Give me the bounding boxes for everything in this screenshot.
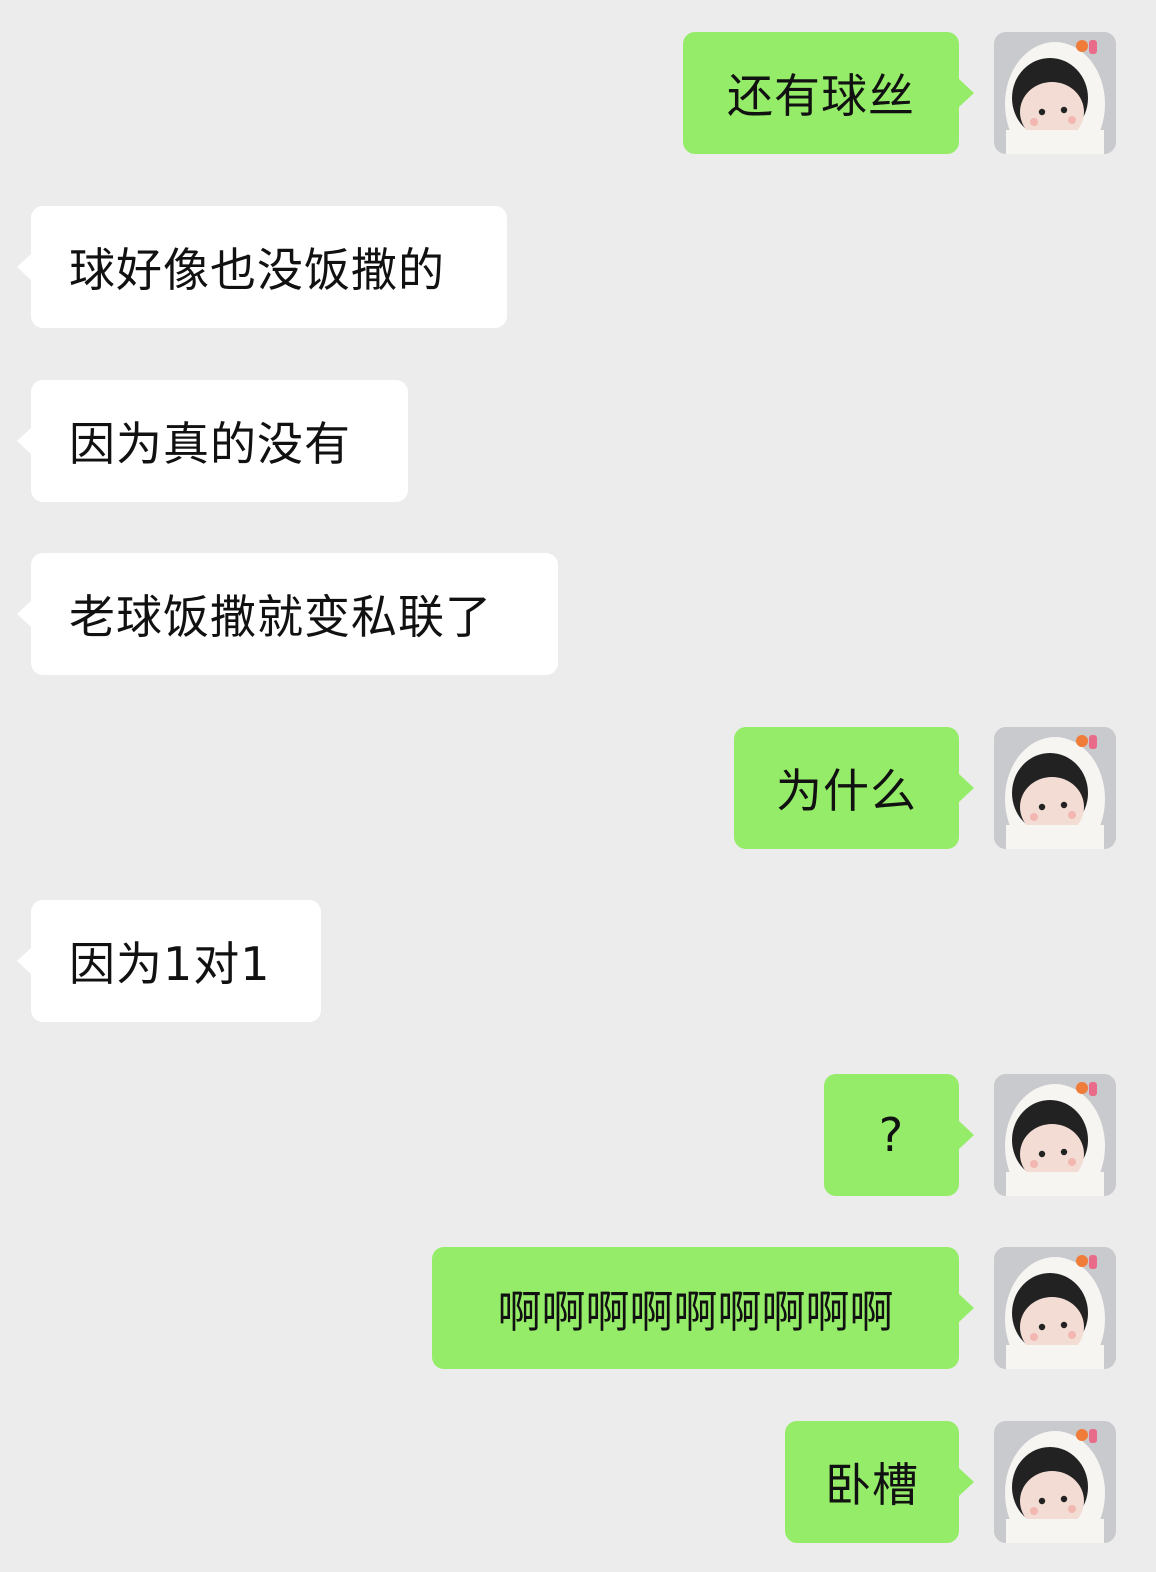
message-outgoing: 卧槽: [0, 1421, 1156, 1543]
bubble-tail: [959, 1294, 974, 1322]
bubble-tail: [959, 774, 974, 802]
plush-doll-icon: [994, 1074, 1116, 1196]
message-outgoing: ?: [0, 1074, 1156, 1196]
message-bubble[interactable]: 因为1对1: [17, 900, 321, 1022]
message-bubble[interactable]: 卧槽: [785, 1421, 974, 1543]
plush-doll-icon: [994, 1421, 1116, 1543]
message-text: 还有球丝: [727, 69, 915, 123]
message-text: 卧槽: [825, 1458, 919, 1512]
plush-doll-icon: [994, 727, 1116, 849]
message-text: 因为真的没有: [69, 417, 351, 471]
bubble-tail: [17, 600, 32, 628]
bubble-tail: [17, 947, 32, 975]
message-outgoing: 为什么: [0, 727, 1156, 849]
bubble-tail: [959, 79, 974, 107]
message-outgoing: 还有球丝: [0, 32, 1156, 154]
bubble-tail: [17, 427, 32, 455]
message-bubble[interactable]: 啊啊啊啊啊啊啊啊啊: [432, 1247, 974, 1369]
message-bubble[interactable]: 还有球丝: [683, 32, 974, 154]
avatar[interactable]: [994, 1421, 1116, 1543]
avatar[interactable]: [994, 1247, 1116, 1369]
message-text: 老球饭撒就变私联了: [69, 590, 492, 644]
bubble-tail: [17, 253, 32, 281]
bubble-tail: [959, 1468, 974, 1496]
message-text: 啊啊啊啊啊啊啊啊啊: [497, 1287, 894, 1338]
plush-doll-icon: [994, 1247, 1116, 1369]
message-incoming: 老球饭撒就变私联了: [0, 553, 1156, 675]
message-text: 因为1对1: [69, 937, 271, 991]
message-outgoing: 啊啊啊啊啊啊啊啊啊: [0, 1247, 1156, 1369]
message-bubble[interactable]: 老球饭撒就变私联了: [17, 553, 558, 675]
message-bubble[interactable]: ?: [824, 1074, 974, 1196]
message-bubble[interactable]: 因为真的没有: [17, 380, 408, 502]
avatar[interactable]: [994, 32, 1116, 154]
message-text: 球好像也没饭撒的: [69, 243, 445, 297]
message-bubble[interactable]: 为什么: [734, 727, 974, 849]
message-incoming: 球好像也没饭撒的: [0, 206, 1156, 328]
message-text: ?: [878, 1108, 905, 1162]
bubble-tail: [959, 1121, 974, 1149]
message-incoming: 因为真的没有: [0, 380, 1156, 502]
plush-doll-icon: [994, 32, 1116, 154]
avatar[interactable]: [994, 1074, 1116, 1196]
message-text: 为什么: [776, 764, 917, 818]
avatar[interactable]: [994, 727, 1116, 849]
message-incoming: 因为1对1: [0, 900, 1156, 1022]
message-bubble[interactable]: 球好像也没饭撒的: [17, 206, 507, 328]
